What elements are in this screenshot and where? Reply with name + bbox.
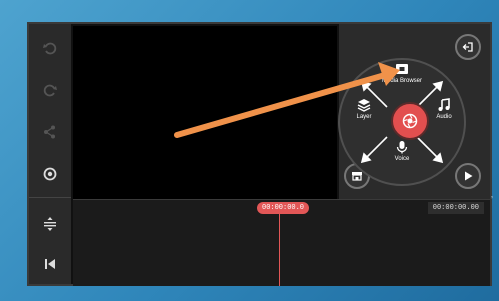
- settings-icon: [43, 167, 57, 181]
- left-toolbar: [29, 24, 71, 284]
- media-browser-label: Media Browser: [381, 78, 422, 84]
- undo-icon: [43, 42, 57, 55]
- edge-mark: ʼ: [491, 195, 493, 205]
- screenshot-stage: 00:00:00.0 00:00:00.00 Media Browser Lay…: [0, 0, 499, 301]
- layer-label: Layer: [356, 114, 372, 120]
- voice-button[interactable]: Voice: [386, 140, 418, 162]
- music-note-icon: [438, 98, 450, 111]
- audio-button[interactable]: Audio: [428, 98, 460, 120]
- undo-button[interactable]: [32, 30, 68, 66]
- media-wheel: Media Browser Layer Audio Voice: [338, 58, 466, 186]
- share-button[interactable]: [32, 114, 68, 150]
- audio-label: Audio: [436, 114, 452, 120]
- media-browser-button[interactable]: Media Browser: [376, 62, 428, 84]
- redo-icon: [43, 84, 57, 97]
- camera-shutter-icon: [402, 113, 418, 129]
- share-icon: [44, 125, 55, 139]
- toolbar-divider: [29, 197, 71, 198]
- settings-button[interactable]: [32, 156, 68, 192]
- exit-icon: [462, 42, 473, 52]
- playhead[interactable]: [279, 214, 280, 286]
- record-button[interactable]: [391, 102, 429, 140]
- voice-label: Voice: [394, 156, 410, 162]
- skip-to-start-icon: [45, 259, 55, 269]
- video-preview: [73, 26, 337, 199]
- layer-icon: [357, 99, 371, 112]
- total-time-label: 00:00:00.00: [427, 202, 484, 214]
- layer-button[interactable]: Layer: [348, 98, 380, 120]
- exit-button[interactable]: [455, 34, 481, 60]
- timeline[interactable]: 00:00:00.0 00:00:00.00: [73, 199, 490, 286]
- media-browser-icon: [396, 64, 408, 74]
- skip-to-start-button[interactable]: [32, 246, 68, 282]
- timeline-adjust-button[interactable]: [32, 206, 68, 242]
- microphone-icon: [396, 141, 408, 154]
- current-time-badge: 00:00:00.0: [257, 202, 310, 214]
- timeline-adjust-icon: [44, 217, 56, 231]
- redo-button[interactable]: [32, 72, 68, 108]
